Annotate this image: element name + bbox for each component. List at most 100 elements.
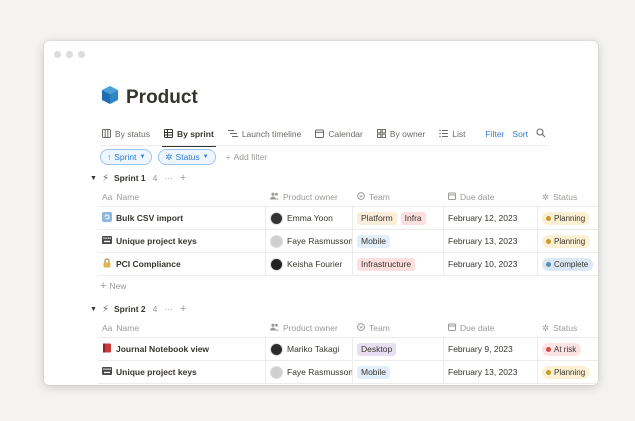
- col-name[interactable]: Aa Name: [98, 188, 266, 206]
- team-cell[interactable]: Mobile: [353, 361, 444, 383]
- avatar: [270, 257, 283, 271]
- name-cell[interactable]: Unique project keys: [98, 361, 266, 383]
- status-badge[interactable]: Planning: [542, 365, 591, 379]
- col-team[interactable]: Team: [353, 188, 444, 206]
- table-row[interactable]: Unique project keys Faye Rasmusson Mobile F…: [98, 230, 598, 253]
- tab-calendar[interactable]: Calendar: [315, 124, 363, 144]
- col-owner[interactable]: Product owner: [266, 188, 353, 206]
- due-cell[interactable]: February 13, 2023: [444, 361, 538, 383]
- triangle-down-icon[interactable]: ▼: [90, 306, 97, 313]
- status-cell[interactable]: At risk: [538, 338, 598, 360]
- tab-by-sprint[interactable]: By sprint: [161, 124, 216, 147]
- col-team[interactable]: Team: [353, 319, 444, 337]
- close-dot[interactable]: [54, 51, 61, 58]
- status-badge[interactable]: Planning: [542, 211, 591, 225]
- col-status[interactable]: ✲ Status: [538, 319, 598, 337]
- name-cell[interactable]: Bulk CSV import: [98, 207, 266, 229]
- col-team-label: Team: [369, 192, 390, 202]
- table-row[interactable]: PCI Compliance Keisha Fourier Infrastructu…: [98, 253, 598, 276]
- team-tag[interactable]: Platform: [357, 211, 397, 225]
- owner-cell[interactable]: Mariko Takagi: [266, 338, 353, 360]
- due-cell[interactable]: February 10, 2023: [444, 253, 538, 275]
- tab-by-status[interactable]: By status: [102, 124, 150, 144]
- col-status-label: Status: [553, 192, 578, 202]
- add-filter-button[interactable]: + Add filter: [226, 152, 268, 162]
- row-title[interactable]: Unique project keys: [116, 236, 197, 246]
- status-badge[interactable]: Complete: [542, 257, 594, 271]
- status-badge[interactable]: Planning: [542, 234, 591, 248]
- col-name[interactable]: Aa Name: [98, 319, 266, 337]
- team-cell[interactable]: Desktop: [353, 338, 444, 360]
- owner-cell[interactable]: Keisha Fourier: [266, 253, 353, 275]
- group-name: Sprint 2: [113, 304, 146, 314]
- maximize-dot[interactable]: [78, 51, 85, 58]
- columns-icon: [102, 128, 111, 140]
- owner-name: Faye Rasmusson: [287, 367, 353, 377]
- cube-icon[interactable]: [100, 85, 120, 110]
- lock-icon: [102, 258, 112, 270]
- team-tag[interactable]: Mobile: [357, 365, 391, 379]
- team-tag[interactable]: Infra: [400, 211, 426, 225]
- status-filter-pill[interactable]: ✲ Status ▼: [158, 149, 216, 165]
- name-cell[interactable]: Unique project keys: [98, 230, 266, 252]
- view-actions: Filter Sort: [486, 124, 546, 144]
- team-tag[interactable]: Desktop: [357, 342, 397, 356]
- tab-list[interactable]: List: [439, 124, 466, 144]
- owner-cell[interactable]: Faye Rasmusson: [266, 361, 353, 383]
- tab-launch-timeline[interactable]: Launch timeline: [227, 124, 301, 144]
- select-prop-icon: [357, 192, 365, 202]
- status-cell[interactable]: Complete: [538, 253, 598, 275]
- new-row-button[interactable]: + New: [98, 276, 598, 296]
- col-status[interactable]: ✲ Status: [538, 188, 598, 206]
- calendar-icon: [448, 323, 456, 333]
- notebook-icon: [102, 343, 112, 355]
- status-cell[interactable]: Planning: [538, 207, 598, 229]
- row-title[interactable]: Bulk CSV import: [116, 213, 183, 223]
- name-cell[interactable]: Journal Notebook view: [98, 338, 266, 360]
- col-owner[interactable]: Product owner: [266, 319, 353, 337]
- team-tag[interactable]: Mobile: [357, 234, 391, 248]
- due-date: February 9, 2023: [448, 344, 513, 354]
- team-cell[interactable]: Infrastructure: [353, 253, 444, 275]
- due-cell[interactable]: February 13, 2023: [444, 230, 538, 252]
- team-cell[interactable]: Mobile: [353, 230, 444, 252]
- list-icon: [439, 129, 449, 140]
- sort-button[interactable]: Sort: [512, 129, 528, 139]
- group-header[interactable]: ▼ ⚡︎ Sprint 2 4 ··· +: [90, 303, 186, 315]
- tab-by-owner[interactable]: By owner: [376, 124, 426, 144]
- row-title[interactable]: Unique project keys: [116, 367, 197, 377]
- more-icon[interactable]: ···: [164, 304, 173, 314]
- triangle-down-icon[interactable]: ▼: [90, 175, 97, 182]
- plus-icon[interactable]: +: [180, 172, 186, 184]
- team-cell[interactable]: Platform Infra: [353, 207, 444, 229]
- sprint-filter-pill[interactable]: ↑ Sprint ▼: [100, 149, 153, 165]
- col-due[interactable]: Due date: [444, 188, 538, 206]
- status-cell[interactable]: Planning: [538, 361, 598, 383]
- group-header[interactable]: ▼ ⚡︎ Sprint 1 4 ··· +: [90, 172, 186, 184]
- due-cell[interactable]: February 9, 2023: [444, 338, 538, 360]
- row-title[interactable]: Journal Notebook view: [116, 344, 209, 354]
- app-window: Product By status By sprint Launch timelin…: [44, 41, 598, 385]
- page-title[interactable]: Product: [126, 87, 198, 109]
- filter-button[interactable]: Filter: [486, 129, 505, 139]
- status-cell[interactable]: Planning: [538, 230, 598, 252]
- col-owner-label: Product owner: [283, 192, 338, 202]
- owner-cell[interactable]: Emma Yoon: [266, 207, 353, 229]
- table-row[interactable]: Bulk CSV import Emma Yoon Platform Infra Feb…: [98, 207, 598, 230]
- owner-cell[interactable]: Faye Rasmusson: [266, 230, 353, 252]
- plus-icon[interactable]: +: [180, 303, 186, 315]
- due-cell[interactable]: February 12, 2023: [444, 207, 538, 229]
- status-badge[interactable]: At risk: [542, 342, 582, 356]
- search-icon[interactable]: [536, 128, 546, 140]
- team-tag[interactable]: Infrastructure: [357, 257, 416, 271]
- row-title[interactable]: PCI Compliance: [116, 259, 181, 269]
- chevron-down-icon: ▼: [202, 154, 209, 160]
- col-due[interactable]: Due date: [444, 319, 538, 337]
- col-due-label: Due date: [460, 323, 495, 333]
- tab-label: By owner: [389, 129, 426, 139]
- minimize-dot[interactable]: [66, 51, 73, 58]
- table-row[interactable]: Unique project keys Faye Rasmusson Mobile F…: [98, 361, 598, 384]
- more-icon[interactable]: ···: [164, 173, 173, 183]
- table-row[interactable]: Journal Notebook view Mariko Takagi Deskto…: [98, 338, 598, 361]
- name-cell[interactable]: PCI Compliance: [98, 253, 266, 275]
